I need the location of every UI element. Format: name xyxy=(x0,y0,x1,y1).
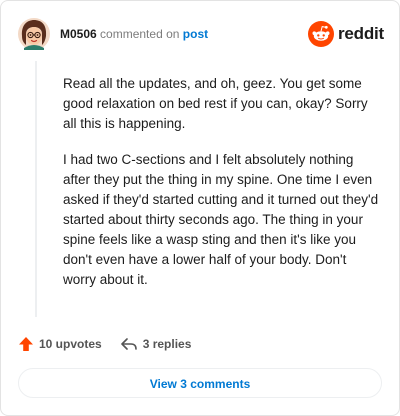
comment-actions: 10 upvotes 3 replies xyxy=(18,333,209,355)
replies-count: 3 replies xyxy=(142,337,192,351)
brand-name: reddit xyxy=(337,24,384,43)
comment-body: Read all the updates, and oh, geez. You … xyxy=(63,74,381,306)
upvote-arrow-icon xyxy=(19,337,33,351)
comment-paragraph: I had two C-sections and I felt absolute… xyxy=(63,152,379,287)
upvotes-count: 10 upvotes xyxy=(39,337,102,351)
user-avatar-icon xyxy=(18,18,50,50)
reddit-brand[interactable]: reddit xyxy=(307,21,384,47)
view-comments-button[interactable]: View 3 comments xyxy=(18,368,382,398)
comment-card: M0506 commented on post reddit Read all … xyxy=(0,0,400,416)
comment-header: M0506 commented on post reddit xyxy=(18,18,384,50)
reddit-logo-icon xyxy=(307,21,334,47)
action-text: commented on xyxy=(100,27,180,41)
reply-arrow-icon xyxy=(120,338,137,350)
comment-byline: M0506 commented on post xyxy=(60,26,208,42)
avatar[interactable] xyxy=(18,18,50,50)
upvote-button[interactable]: 10 upvotes xyxy=(18,336,102,352)
thread-line[interactable] xyxy=(35,61,37,317)
username[interactable]: M0506 xyxy=(60,27,97,41)
post-link[interactable]: post xyxy=(183,27,208,41)
replies-button[interactable]: 3 replies xyxy=(120,336,192,352)
comment-paragraph: Read all the updates, and oh, geez. You … xyxy=(63,76,368,131)
